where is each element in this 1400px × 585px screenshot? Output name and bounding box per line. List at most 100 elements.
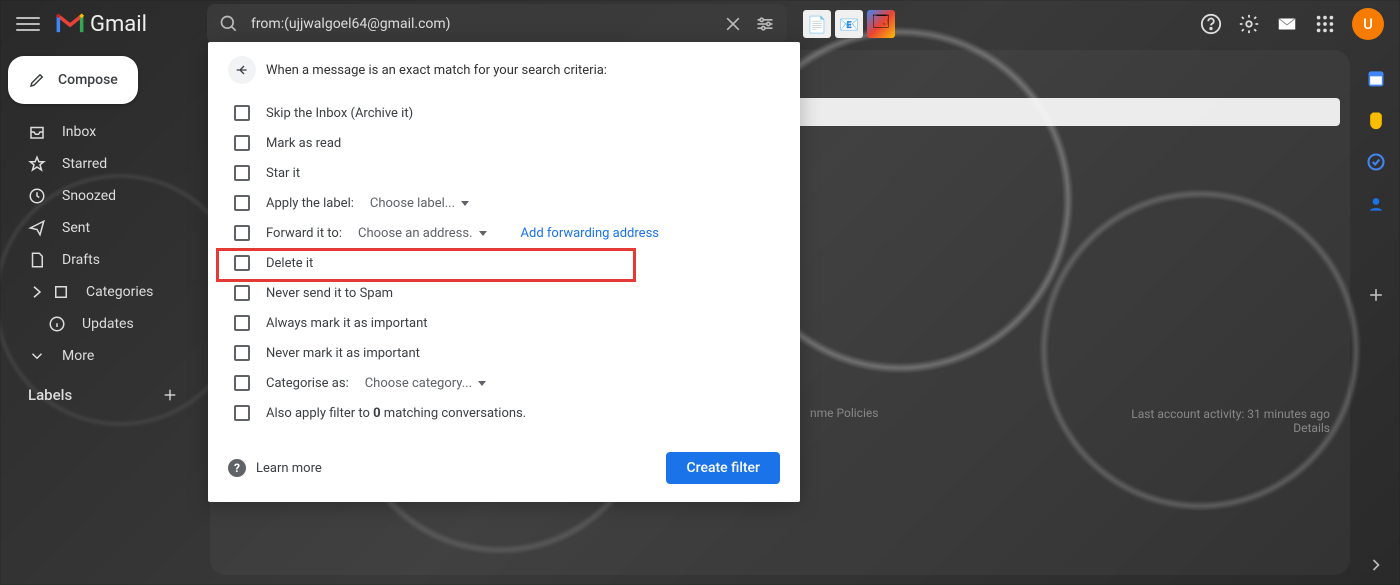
sidebar-item-sent[interactable]: Sent: [8, 212, 192, 244]
chevron-right-icon: [28, 283, 46, 301]
info-icon: [48, 315, 66, 333]
option-also-apply[interactable]: Also apply filter to 0 matching conversa…: [228, 398, 780, 428]
chevron-down-icon: [478, 381, 486, 386]
extension-icon-1[interactable]: 📄: [803, 10, 831, 38]
sidebar: Compose Inbox Starred Snoozed Sent Draft…: [0, 48, 200, 412]
back-button[interactable]: [228, 56, 256, 84]
checkbox[interactable]: [234, 255, 250, 271]
search-bar[interactable]: from:(ujjwalgoel64@gmail.com): [207, 4, 787, 44]
calendar-icon[interactable]: [1366, 68, 1386, 88]
nav-label: Starred: [62, 156, 107, 172]
option-mark-read[interactable]: Mark as read: [228, 128, 780, 158]
collapse-panel-icon[interactable]: [1366, 555, 1386, 575]
search-icon: [219, 14, 239, 34]
settings-icon[interactable]: [1238, 13, 1260, 35]
extension-icon-2[interactable]: 📧: [835, 10, 863, 38]
also-apply-suffix: matching conversations.: [381, 406, 527, 421]
choose-label-dropdown[interactable]: Choose label...: [370, 196, 469, 211]
option-label: Never mark it as important: [266, 346, 420, 361]
chevron-down-icon: [28, 347, 46, 365]
add-panel-icon[interactable]: [1366, 285, 1386, 305]
nav-label: Updates: [82, 316, 134, 332]
sidebar-item-drafts[interactable]: Drafts: [8, 244, 192, 276]
checkbox[interactable]: [234, 135, 250, 151]
checkbox[interactable]: [234, 195, 250, 211]
inbox-icon: [28, 123, 46, 141]
dialog-title: When a message is an exact match for you…: [266, 63, 607, 78]
avatar-letter: U: [1363, 15, 1373, 33]
checkbox[interactable]: [234, 405, 250, 421]
option-star-it[interactable]: Star it: [228, 158, 780, 188]
labels-heading-text: Labels: [28, 386, 72, 404]
side-panel: [1352, 48, 1400, 585]
option-label: Skip the Inbox (Archive it): [266, 106, 413, 121]
tasks-icon[interactable]: [1366, 152, 1386, 172]
search-input[interactable]: from:(ujjwalgoel64@gmail.com): [251, 16, 723, 32]
option-always-important[interactable]: Always mark it as important: [228, 308, 780, 338]
checkbox[interactable]: [234, 375, 250, 391]
extension-icon-3[interactable]: 🗔: [867, 10, 895, 38]
option-never-spam[interactable]: Never send it to Spam: [228, 278, 780, 308]
gmail-logo[interactable]: Gmail: [56, 12, 147, 37]
details-link[interactable]: Details: [1131, 421, 1330, 435]
footer-policies[interactable]: nme Policies: [810, 406, 878, 420]
compose-label: Compose: [58, 72, 118, 88]
chevron-down-icon: [461, 201, 469, 206]
create-filter-button[interactable]: Create filter: [666, 452, 780, 484]
sidebar-item-more[interactable]: More: [8, 340, 192, 372]
add-label-icon[interactable]: [162, 387, 178, 403]
main-menu-button[interactable]: [16, 12, 40, 36]
option-categorise-as[interactable]: Categorise as: Choose category...: [228, 368, 780, 398]
checkbox[interactable]: [234, 285, 250, 301]
dropdown-value: Choose category...: [365, 376, 472, 391]
contacts-icon[interactable]: [1366, 194, 1386, 214]
clock-icon: [28, 187, 46, 205]
checkbox[interactable]: [234, 345, 250, 361]
header-right: U: [1200, 8, 1384, 40]
support-icon[interactable]: [1200, 13, 1222, 35]
help-icon: ?: [228, 459, 246, 477]
apps-icon[interactable]: [1314, 13, 1336, 35]
option-delete-it[interactable]: Delete it: [228, 248, 780, 278]
compose-button[interactable]: Compose: [8, 56, 138, 104]
chevron-down-icon: [479, 231, 487, 236]
choose-category-dropdown[interactable]: Choose category...: [365, 376, 486, 391]
sidebar-item-snoozed[interactable]: Snoozed: [8, 180, 192, 212]
option-label: Always mark it as important: [266, 316, 428, 331]
checkbox[interactable]: [234, 105, 250, 121]
arrow-left-icon: [234, 62, 250, 78]
learn-more-link[interactable]: ? Learn more: [228, 459, 322, 477]
option-never-important[interactable]: Never mark it as important: [228, 338, 780, 368]
also-apply-prefix: Also apply filter to: [266, 406, 373, 421]
footer-info: Last account activity: 31 minutes ago De…: [1131, 407, 1330, 435]
choose-address-dropdown[interactable]: Choose an address.: [358, 226, 487, 241]
sidebar-item-updates[interactable]: Updates: [8, 308, 192, 340]
keep-icon[interactable]: [1366, 110, 1386, 130]
learn-more-text: Learn more: [256, 461, 322, 476]
extension-icons: 📄 📧 🗔: [803, 10, 895, 38]
option-forward-to[interactable]: Forward it to: Choose an address. Add fo…: [228, 218, 780, 248]
checkbox[interactable]: [234, 225, 250, 241]
add-forwarding-link[interactable]: Add forwarding address: [521, 226, 659, 241]
also-apply-count: 0: [373, 406, 380, 421]
checkbox[interactable]: [234, 165, 250, 181]
activity-text: Last account activity: 31 minutes ago: [1131, 407, 1330, 421]
clear-search-icon[interactable]: [723, 14, 743, 34]
sidebar-item-starred[interactable]: Starred: [8, 148, 192, 180]
option-apply-label[interactable]: Apply the label: Choose label...: [228, 188, 780, 218]
create-filter-dialog: When a message is an exact match for you…: [208, 42, 800, 502]
nav-label: Drafts: [62, 252, 100, 268]
search-options-icon[interactable]: [755, 14, 775, 34]
checkbox[interactable]: [234, 315, 250, 331]
option-skip-inbox[interactable]: Skip the Inbox (Archive it): [228, 98, 780, 128]
sidebar-item-inbox[interactable]: Inbox: [8, 116, 192, 148]
option-label: Never send it to Spam: [266, 286, 393, 301]
star-icon: [28, 155, 46, 173]
account-avatar[interactable]: U: [1352, 8, 1384, 40]
nav-label: Inbox: [62, 124, 96, 140]
app-header: Gmail from:(ujjwalgoel64@gmail.com) 📄 📧 …: [0, 0, 1400, 48]
nav-label: More: [62, 348, 94, 364]
sidebar-item-categories[interactable]: Categories: [8, 276, 192, 308]
mail-icon[interactable]: [1276, 13, 1298, 35]
pencil-icon: [28, 71, 46, 89]
